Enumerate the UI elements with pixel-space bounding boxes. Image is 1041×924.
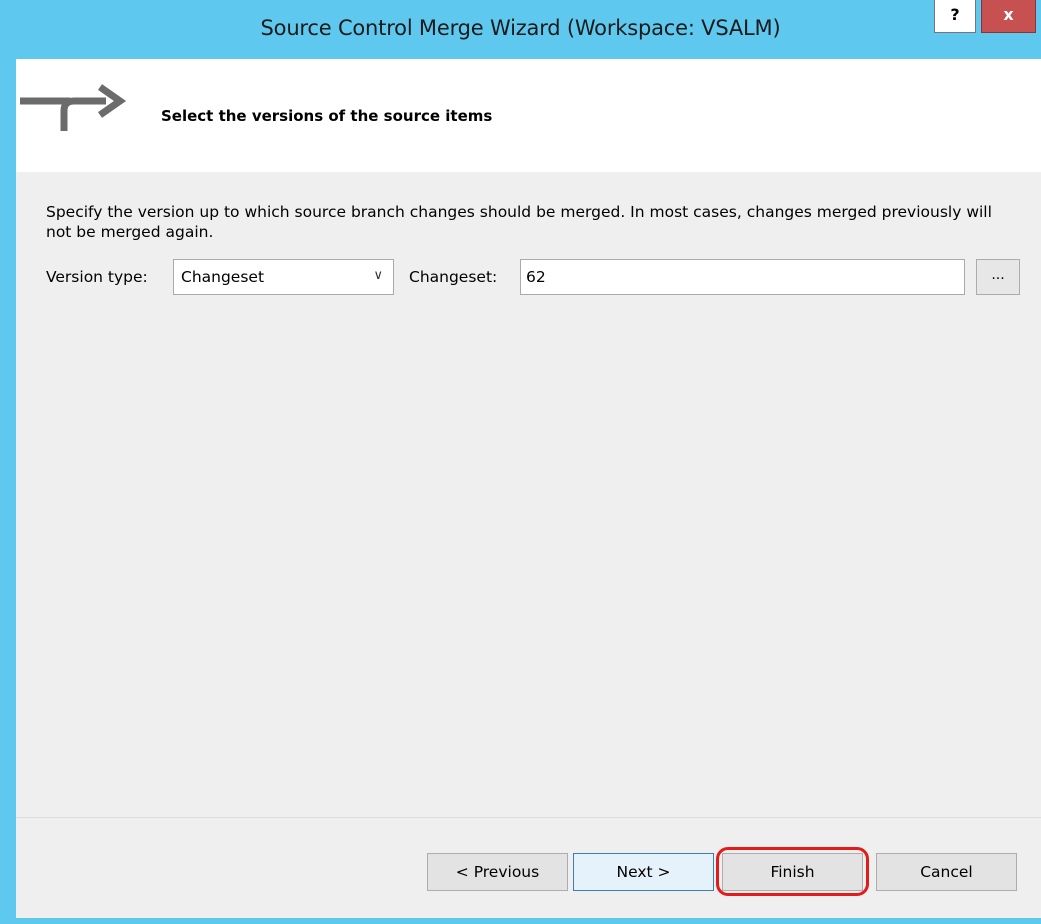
changeset-value: 62 <box>526 268 546 286</box>
next-button[interactable]: Next > <box>573 853 714 891</box>
cancel-button[interactable]: Cancel <box>876 853 1017 891</box>
page-title: Select the versions of the source items <box>161 107 493 125</box>
help-button[interactable]: ? <box>934 0 976 33</box>
chevron-down-icon: ∨ <box>373 268 383 283</box>
title-bar: Source Control Merge Wizard (Workspace: … <box>0 0 1041 59</box>
window-title: Source Control Merge Wizard (Workspace: … <box>260 16 781 40</box>
close-button[interactable]: x <box>981 0 1036 33</box>
window-bottom-border <box>0 918 1041 924</box>
merge-wizard-window: Source Control Merge Wizard (Workspace: … <box>0 0 1041 924</box>
finish-highlight-ring <box>716 847 869 896</box>
wizard-footer: < Previous Next > Finish Cancel <box>16 818 1041 918</box>
wizard-content: Specify the version up to which source b… <box>16 172 1041 817</box>
instructions-text: Specify the version up to which source b… <box>46 203 992 241</box>
previous-button[interactable]: < Previous <box>427 853 568 891</box>
version-type-select[interactable]: Changeset ∨ <box>173 259 394 295</box>
changeset-input[interactable]: 62 <box>520 259 965 295</box>
changeset-label: Changeset: <box>409 268 498 286</box>
wizard-header: Select the versions of the source items <box>16 59 1041 172</box>
version-type-label: Version type: <box>46 268 148 286</box>
browse-changeset-button[interactable]: ... <box>976 259 1020 295</box>
version-type-value: Changeset <box>181 268 265 286</box>
merge-arrow-icon <box>20 84 127 131</box>
